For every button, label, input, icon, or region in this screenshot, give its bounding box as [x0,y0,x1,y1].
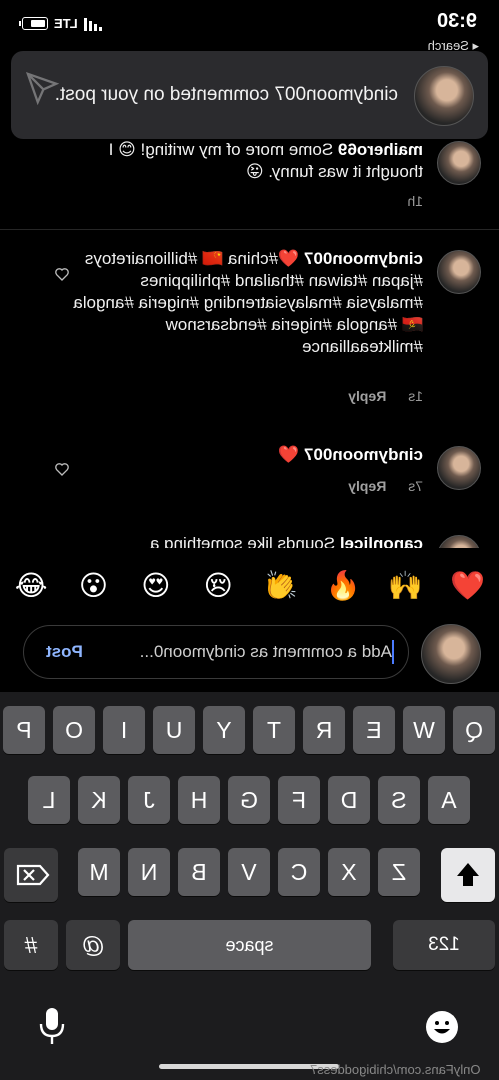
signal-icon [83,17,102,31]
quick-reaction-bar: ❤️ 🙌 🔥 👏 😢 😍 😮 😂 [0,548,499,622]
comment-username[interactable]: maihero69 [338,140,423,159]
backspace-icon [16,864,50,886]
comment-meta: 7s Reply [348,478,423,494]
key-k[interactable]: K [78,776,120,824]
emoji-clap-button[interactable]: 👏 [261,569,301,602]
commenter-avatar[interactable] [437,250,481,294]
paper-plane-icon [25,71,59,105]
shift-arrow-icon [457,863,479,886]
emoji-wow-button[interactable]: 😮 [74,569,114,602]
status-icons: LTE [22,16,102,31]
key-o[interactable]: O [53,706,95,754]
key-b[interactable]: B [178,848,220,896]
network-type: LTE [54,16,78,31]
key-i[interactable]: I [103,706,145,754]
screen: 9:30 ◂ Search LTE cindymoon007 commented… [0,0,499,1080]
commenter-avatar[interactable] [437,446,481,490]
notification-banner[interactable]: cindymoon007 commented on your post. [11,51,488,139]
key-u[interactable]: U [153,706,195,754]
keyboard: Q W E R T Y U I O P A S D F G H J K L Z … [0,692,499,1080]
key-f[interactable]: F [278,776,320,824]
banner-avatar [414,66,474,126]
comment-text: cindymoon007 ❤️ [278,445,423,464]
emoji-raised-hands-button[interactable]: 🙌 [385,569,425,602]
emoji-heart-eyes-button[interactable]: 😍 [136,569,176,602]
comment-text: canonlicel Sounds like something a [60,533,423,548]
key-m[interactable]: M [78,848,120,896]
comment-time: 1h [407,193,423,209]
key-h[interactable]: H [178,776,220,824]
banner-text: cindymoon007 commented on your post. [54,84,398,105]
key-v[interactable]: V [228,848,270,896]
own-avatar [421,624,481,684]
space-key[interactable]: space [128,920,371,970]
comment-input[interactable]: Add a comment as cindymoon0... Post [23,625,409,679]
key-e[interactable]: E [353,706,395,754]
key-z[interactable]: Z [378,848,420,896]
key-c[interactable]: C [278,848,320,896]
commenter-avatar[interactable] [437,535,481,548]
like-heart-icon[interactable] [54,266,70,282]
text-cursor [392,640,394,664]
hash-key[interactable]: # [4,920,58,970]
comment-time: 7s [408,478,423,494]
divider [0,229,499,230]
key-t[interactable]: T [253,706,295,754]
comment-time: 1s [408,388,423,404]
microphone-icon[interactable] [35,1006,69,1053]
comment-text: cindymoon007 ❤️#china 🇨🇳 #billionairetoy… [73,249,423,356]
key-y[interactable]: Y [203,706,245,754]
comment-meta: 1h [407,193,423,209]
post-button[interactable]: Post [46,642,83,662]
key-l[interactable]: L [28,776,70,824]
key-p[interactable]: P [3,706,45,754]
clock: 9:30 [436,10,477,32]
emoji-laugh-button[interactable]: 😂 [11,569,51,602]
key-r[interactable]: R [303,706,345,754]
emoji-cry-button[interactable]: 😢 [198,569,238,602]
comment-username[interactable]: canonlicel [340,534,423,548]
reply-button[interactable]: Reply [348,388,386,404]
commenter-avatar[interactable] [437,141,481,185]
key-x[interactable]: X [328,848,370,896]
comment-username[interactable]: cindymoon007 [304,249,423,268]
key-n[interactable]: N [128,848,170,896]
numbers-key[interactable]: 123 [393,920,495,970]
emoji-heart-button[interactable]: ❤️ [448,569,488,602]
backspace-key[interactable] [4,848,58,902]
key-q[interactable]: Q [453,706,495,754]
like-heart-icon[interactable] [54,461,70,477]
battery-icon [22,17,48,30]
emoji-fire-button[interactable]: 🔥 [323,569,363,602]
watermark-text: OnlyFans.com/chibigoddess7 [310,1062,481,1077]
key-j[interactable]: J [128,776,170,824]
shift-key[interactable] [441,848,495,902]
reply-button[interactable]: Reply [348,478,386,494]
comment-item: canonlicel Sounds like something a [0,533,499,548]
comment-username[interactable]: cindymoon007 [304,445,423,464]
key-a[interactable]: A [428,776,470,824]
comment-placeholder: Add a comment as cindymoon0... [139,642,392,661]
comment-text: maihero69 Some more of my writing! 😊 I t… [108,140,423,181]
status-bar: 9:30 ◂ Search LTE [0,0,499,53]
at-key[interactable]: @ [66,920,120,970]
key-s[interactable]: S [378,776,420,824]
comment-meta: 1s Reply [348,388,423,404]
key-g[interactable]: G [228,776,270,824]
comment-composer: Add a comment as cindymoon0... Post [0,622,499,692]
emoji-keyboard-icon[interactable] [425,1010,459,1051]
key-w[interactable]: W [403,706,445,754]
key-d[interactable]: D [328,776,370,824]
